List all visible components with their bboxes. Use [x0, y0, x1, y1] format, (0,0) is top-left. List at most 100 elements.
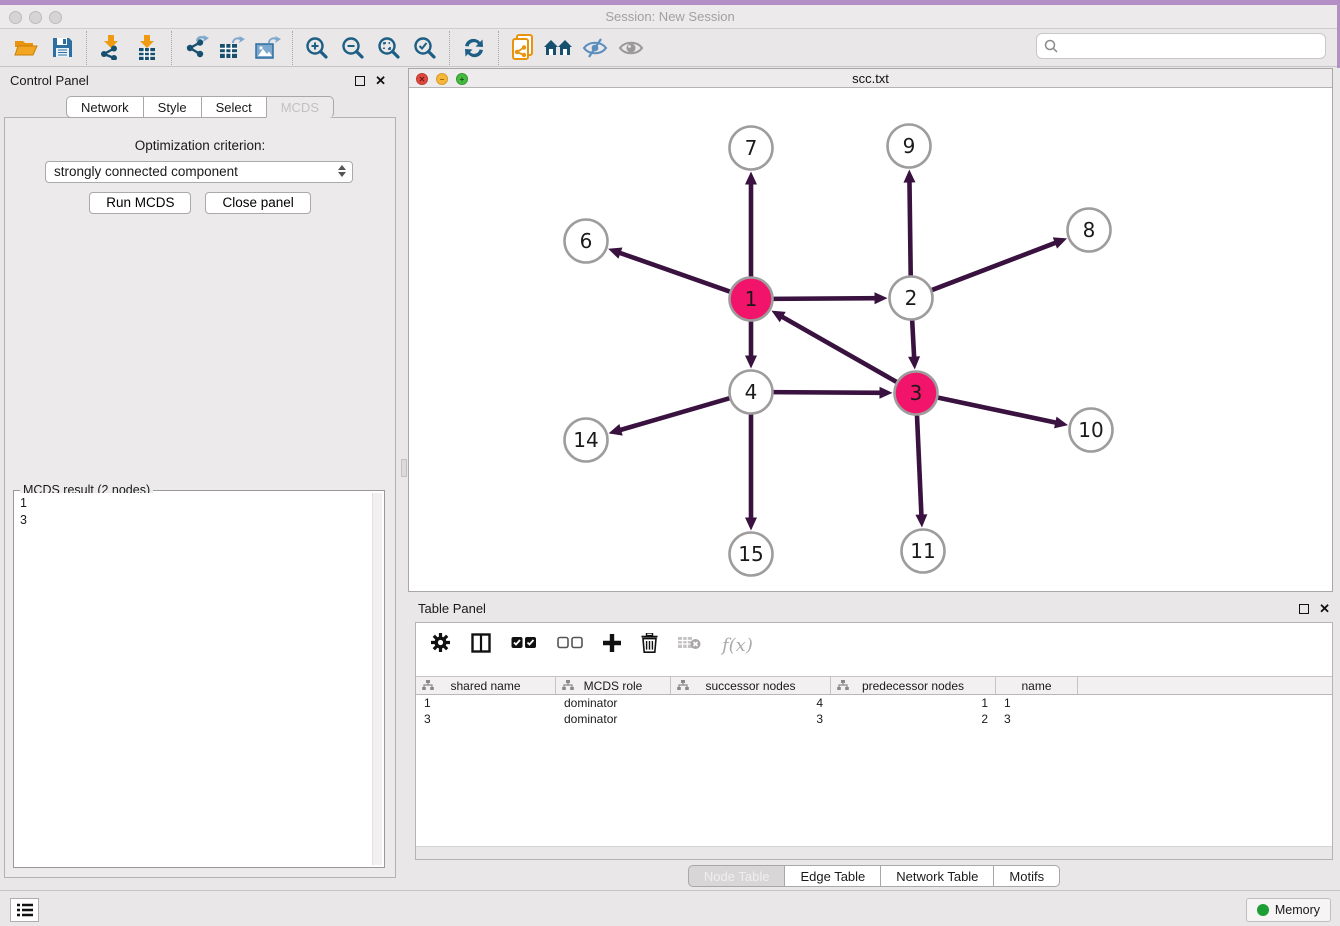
zoom-in-button[interactable]: [299, 32, 335, 64]
tab-edge-table[interactable]: Edge Table: [784, 865, 880, 887]
edge-1-2[interactable]: [770, 298, 877, 299]
table-cell[interactable]: 3: [996, 711, 1078, 727]
run-mcds-button[interactable]: Run MCDS: [89, 192, 191, 214]
deselect-all-button[interactable]: [557, 636, 583, 654]
table-cell[interactable]: dominator: [556, 711, 671, 727]
node-label-4: 4: [745, 380, 758, 404]
table-cell[interactable]: 3: [671, 711, 831, 727]
column-header-MCDS-role[interactable]: MCDS role: [556, 677, 671, 694]
close-panel-icon[interactable]: ✕: [375, 73, 386, 89]
criterion-select[interactable]: strongly connected component: [45, 161, 353, 183]
mcds-result-scrollbar[interactable]: [372, 493, 382, 865]
float-panel-icon[interactable]: [1299, 604, 1309, 614]
hierarchy-icon: [677, 680, 689, 691]
column-view-button[interactable]: [471, 633, 491, 658]
node-table-body: 1dominator4113dominator323: [416, 695, 1332, 727]
edge-3-11[interactable]: [917, 412, 922, 517]
edge-3-10[interactable]: [935, 397, 1058, 423]
table-panel-tabs: Node TableEdge TableNetwork TableMotifs: [408, 865, 1340, 887]
tab-select[interactable]: Select: [201, 96, 266, 118]
table-cell[interactable]: dominator: [556, 695, 671, 711]
column-header-label: MCDS role: [584, 679, 643, 693]
apply-layout-button[interactable]: [456, 32, 492, 64]
memory-button[interactable]: Memory: [1246, 898, 1331, 922]
edge-3-1[interactable]: [780, 316, 899, 384]
network-canvas[interactable]: 7968124314101511: [409, 89, 1332, 591]
edge-1-6[interactable]: [618, 252, 733, 292]
open-session-button[interactable]: [8, 32, 44, 64]
zoom-out-button[interactable]: [335, 32, 371, 64]
tab-motifs[interactable]: Motifs: [993, 865, 1060, 887]
network-view-titlebar[interactable]: ✕ − + scc.txt: [409, 69, 1332, 88]
column-header-shared-name[interactable]: shared name: [416, 677, 556, 694]
hierarchy-icon: [837, 680, 849, 691]
panel-splitter[interactable]: [401, 459, 407, 477]
close-panel-icon[interactable]: ✕: [1319, 601, 1330, 617]
table-cell[interactable]: 1: [416, 695, 556, 711]
zoom-selected-icon: [413, 36, 437, 60]
select-all-button[interactable]: [511, 636, 537, 654]
edge-2-3[interactable]: [912, 317, 914, 359]
first-neighbors-button[interactable]: [541, 32, 577, 64]
edge-2-8[interactable]: [929, 242, 1057, 291]
column-header-name[interactable]: name: [996, 677, 1078, 694]
export-table-button[interactable]: [214, 32, 250, 64]
table-row[interactable]: 1dominator411: [416, 695, 1332, 711]
table-cell[interactable]: 4: [671, 695, 831, 711]
tab-network[interactable]: Network: [66, 96, 143, 118]
column-header-predecessor-nodes[interactable]: predecessor nodes: [831, 677, 996, 694]
eye-icon: [618, 37, 644, 59]
function-builder-button[interactable]: f(x): [722, 635, 753, 656]
zoom-fit-button[interactable]: [371, 32, 407, 64]
mcds-result-text[interactable]: 1 3: [16, 493, 372, 865]
export-image-button[interactable]: [250, 32, 286, 64]
table-cell[interactable]: 1: [996, 695, 1078, 711]
window-title: Session: New Session: [0, 9, 1340, 24]
add-column-button[interactable]: [603, 634, 621, 657]
table-row[interactable]: 3dominator323: [416, 711, 1332, 727]
tab-node-table[interactable]: Node Table: [688, 865, 785, 887]
export-network-button[interactable]: [178, 32, 214, 64]
node-label-15: 15: [738, 542, 763, 566]
table-cell[interactable]: 2: [831, 711, 996, 727]
delete-table-button[interactable]: [678, 635, 702, 655]
toolbar-separator: [86, 31, 87, 65]
edge-2-9[interactable]: [909, 179, 910, 278]
table-cell[interactable]: 3: [416, 711, 556, 727]
table-settings-button[interactable]: [430, 632, 451, 658]
delete-table-icon: [678, 635, 702, 650]
tab-style[interactable]: Style: [143, 96, 201, 118]
import-table-button[interactable]: [129, 32, 165, 64]
deselect-all-icon: [557, 636, 583, 649]
edge-arrowhead: [874, 292, 887, 304]
close-panel-button[interactable]: Close panel: [205, 192, 310, 214]
trash-icon: [641, 633, 658, 653]
import-table-icon: [136, 35, 158, 60]
memory-status-icon: [1257, 904, 1269, 916]
node-label-11: 11: [910, 539, 935, 563]
import-network-button[interactable]: [93, 32, 129, 64]
refresh-icon: [462, 37, 486, 59]
status-bar: Memory: [0, 890, 1340, 926]
tab-network-table[interactable]: Network Table: [880, 865, 993, 887]
network-graph: 7968124314101511: [409, 89, 1332, 591]
two-houses-icon: [544, 38, 574, 58]
node-label-6: 6: [580, 229, 593, 253]
save-session-button[interactable]: [44, 32, 80, 64]
export-table-icon: [219, 35, 245, 60]
tab-mcds[interactable]: MCDS: [266, 96, 334, 118]
float-panel-icon[interactable]: [355, 76, 365, 86]
column-header-successor-nodes[interactable]: successor nodes: [671, 677, 831, 694]
search-field[interactable]: [1036, 33, 1326, 59]
network-from-selection-button[interactable]: [505, 32, 541, 64]
delete-column-button[interactable]: [641, 633, 658, 658]
task-history-button[interactable]: [10, 898, 39, 922]
edge-4-3[interactable]: [770, 392, 882, 393]
zoom-selected-button[interactable]: [407, 32, 443, 64]
table-cell[interactable]: 1: [831, 695, 996, 711]
show-all-button[interactable]: [613, 32, 649, 64]
edge-4-14[interactable]: [618, 397, 732, 430]
search-input[interactable]: [1059, 39, 1325, 54]
node-label-7: 7: [745, 136, 758, 160]
hide-selected-button[interactable]: [577, 32, 613, 64]
